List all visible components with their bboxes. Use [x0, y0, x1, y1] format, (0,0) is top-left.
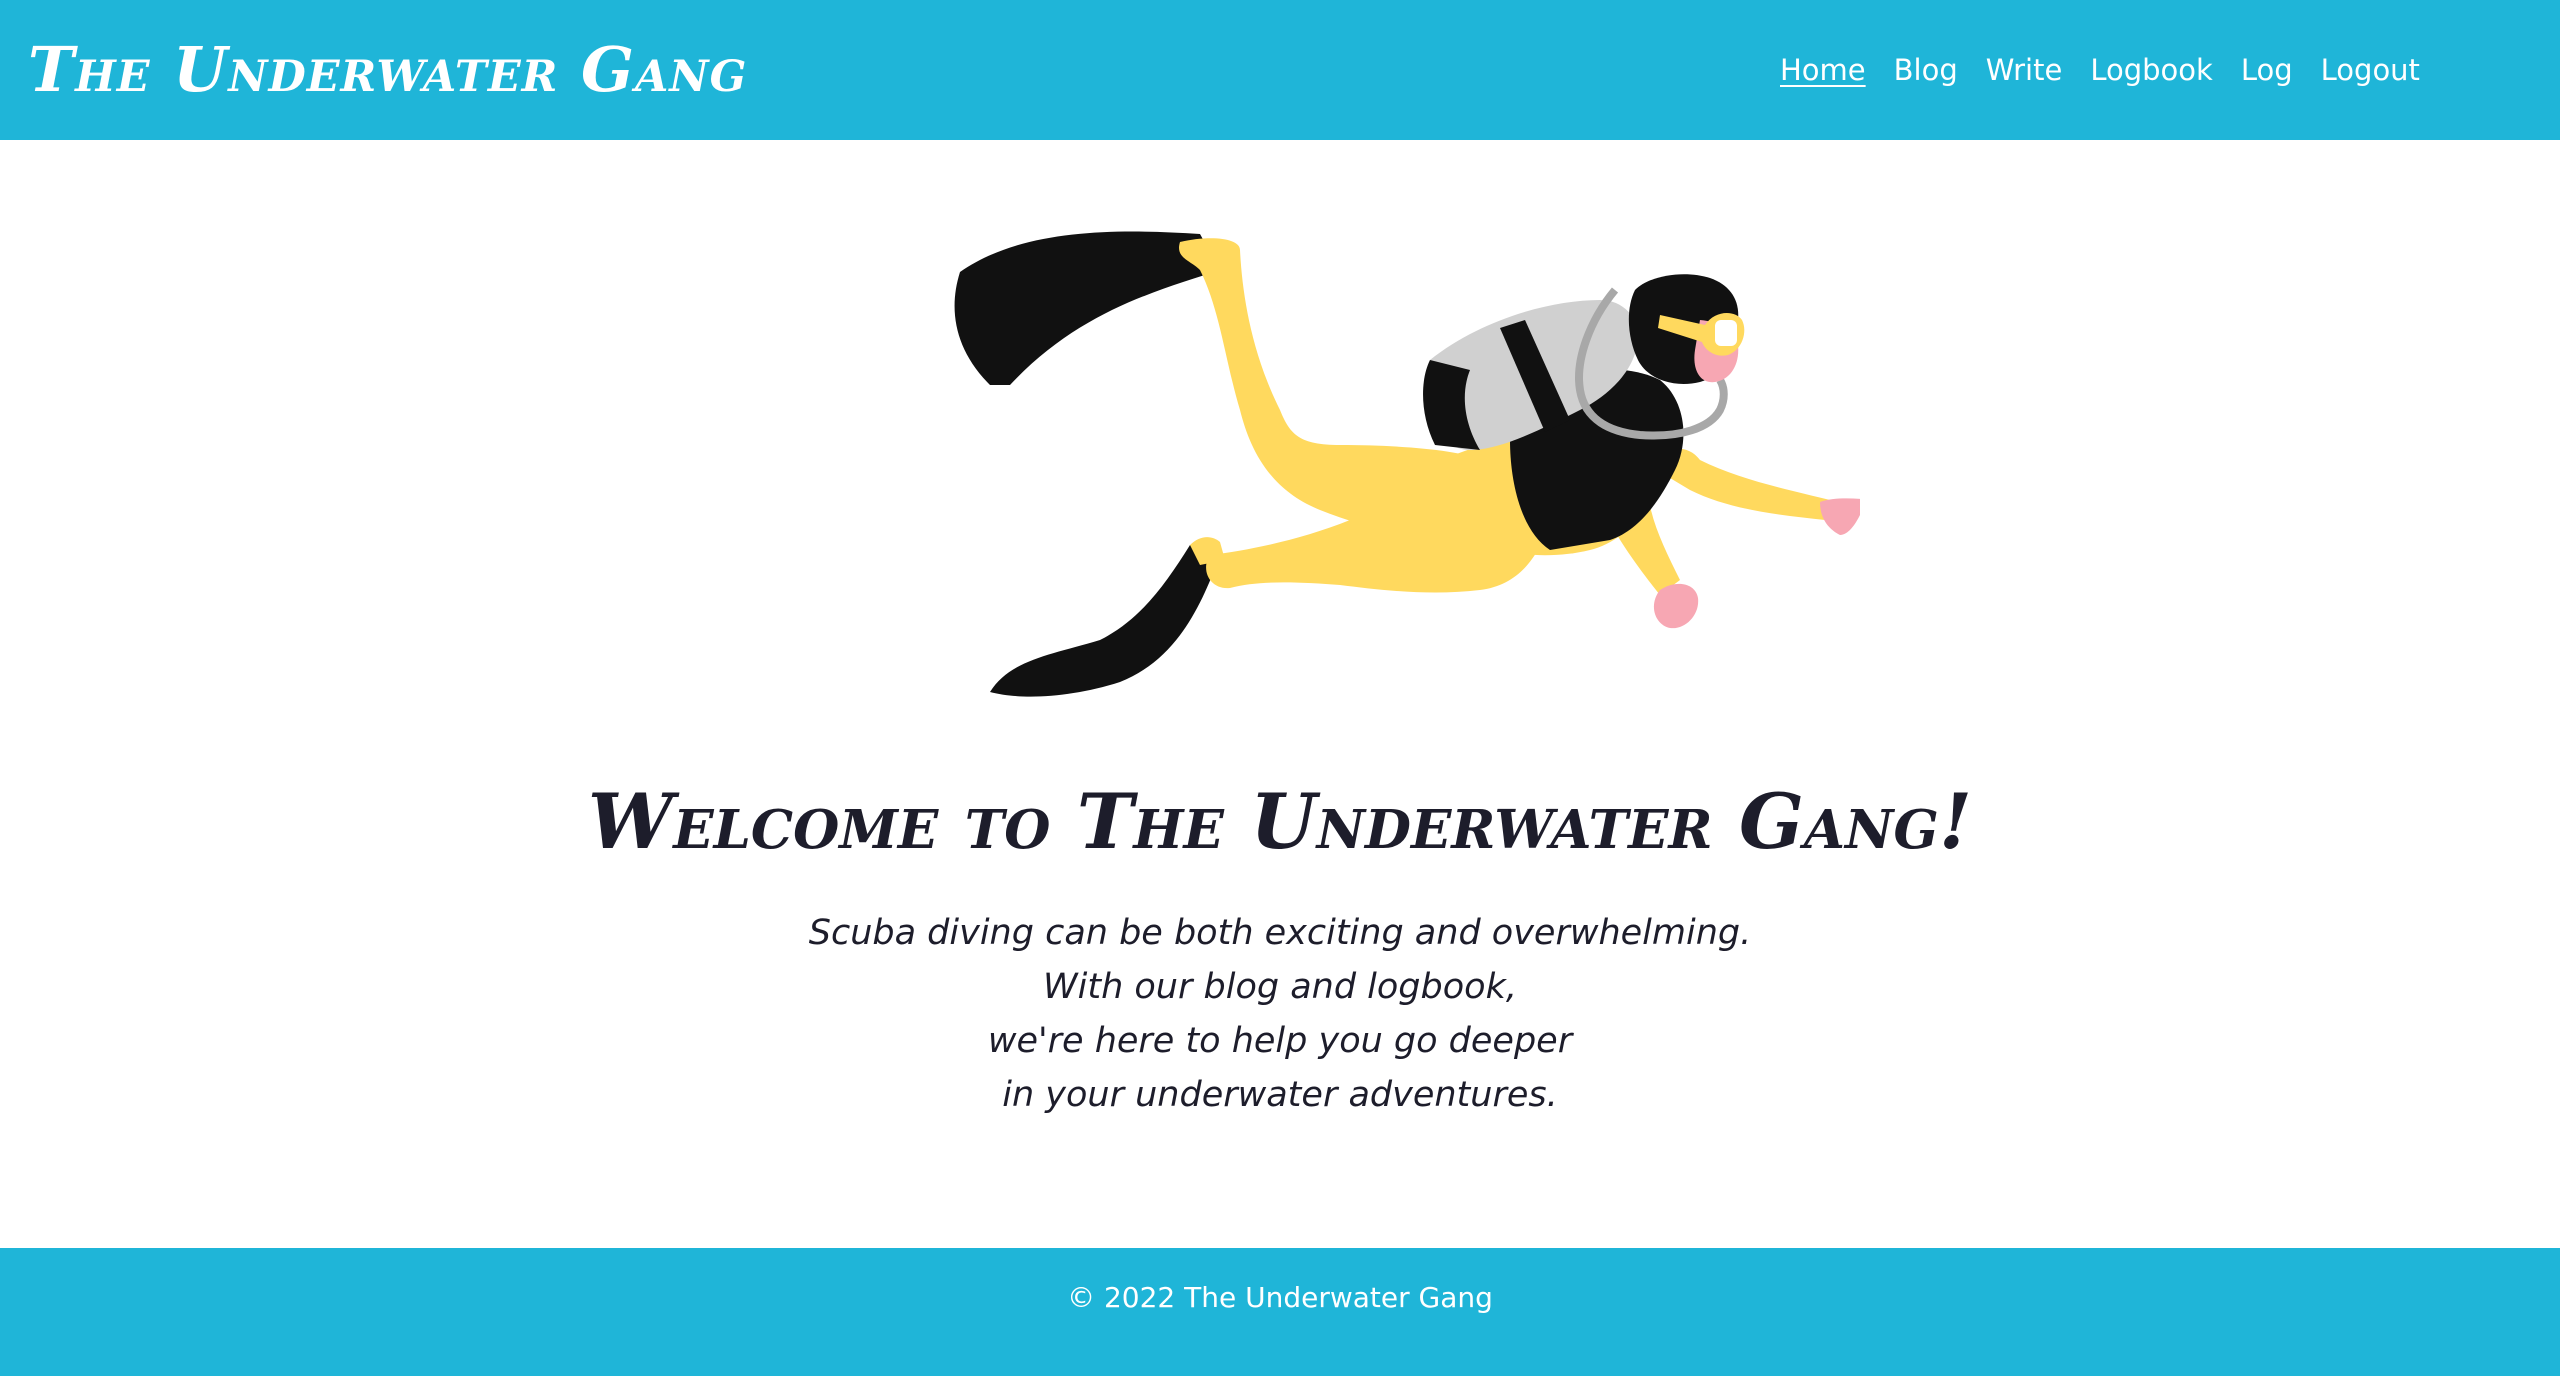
scuba-diver-illustration	[954, 231, 1860, 697]
welcome-heading: Welcome to The Underwater Gang!	[587, 777, 1973, 866]
intro-text: Scuba diving can be both exciting and ov…	[0, 906, 2560, 1122]
copyright-text: © 2022 The Underwater Gang	[1067, 1281, 1493, 1314]
main-nav: Home Blog Write Logbook Log Logout	[1780, 46, 2420, 94]
page: The Underwater Gang Home Blog Write Logb…	[0, 0, 2560, 1376]
nav-logbook-link[interactable]: Logbook	[2090, 46, 2213, 94]
intro-line: we're here to help you go deeper	[987, 1021, 1573, 1061]
lower-fin	[990, 545, 1220, 697]
upper-fin	[954, 231, 1220, 385]
intro-line: Scuba diving can be both exciting and ov…	[808, 913, 1752, 953]
nav-log-link[interactable]: Log	[2241, 46, 2293, 94]
pointing-hand	[1820, 498, 1860, 535]
intro-line: in your underwater adventures.	[1002, 1075, 1558, 1115]
brand-logo-link[interactable]: The Underwater Gang	[28, 30, 747, 110]
nav-home-link[interactable]: Home	[1780, 46, 1866, 94]
nav-blog-link[interactable]: Blog	[1894, 46, 1958, 94]
nav-logout-link[interactable]: Logout	[2321, 46, 2420, 94]
site-header: The Underwater Gang Home Blog Write Logb…	[0, 0, 2560, 140]
nav-write-link[interactable]: Write	[1986, 46, 2063, 94]
front-hand	[1653, 583, 1699, 629]
intro-line: With our blog and logbook,	[1043, 967, 1517, 1007]
site-footer: © 2022 The Underwater Gang	[0, 1248, 2560, 1376]
mask-lens	[1715, 320, 1737, 346]
